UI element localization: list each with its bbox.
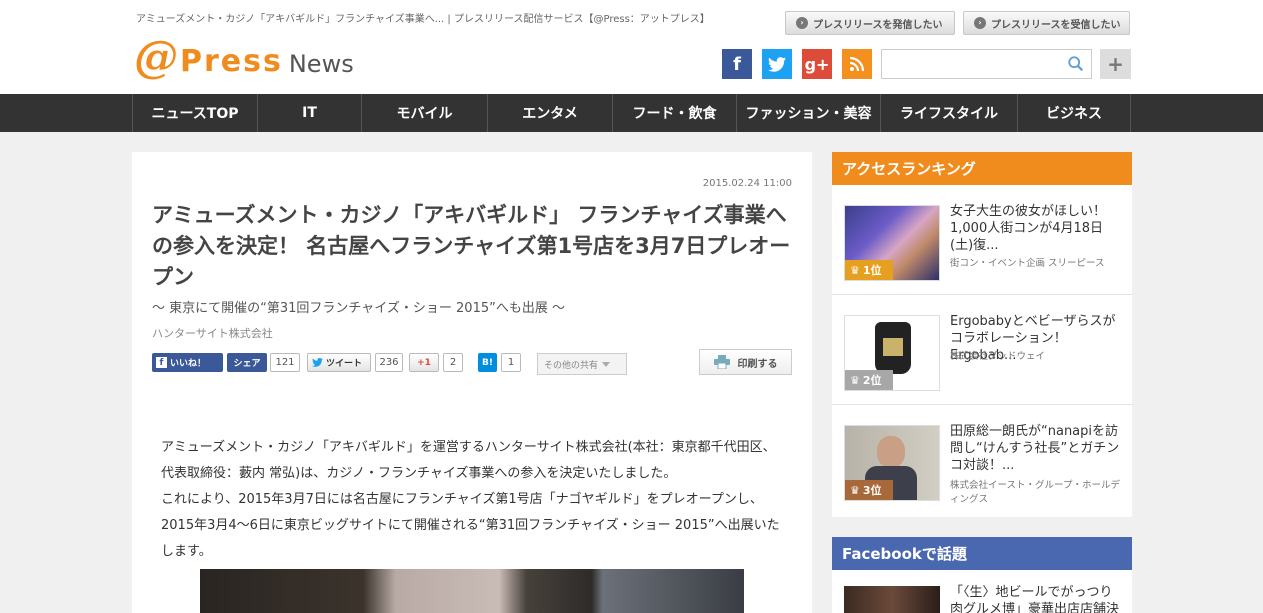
twitter-icon	[312, 358, 323, 367]
ranking-source: 街コン・イベント企画 スリーピース	[950, 258, 1105, 269]
facebook-like-button[interactable]: f いいね！	[152, 353, 223, 372]
article-company[interactable]: ハンターサイト株式会社	[152, 325, 273, 341]
article-body: アミューズメント・カジノ「アキバギルド」を運営するハンターサイト株式会社(本社：…	[161, 435, 786, 565]
add-button[interactable]: +	[1100, 49, 1131, 79]
send-press-release-button[interactable]: › プレスリリースを発信したい	[785, 11, 955, 35]
ranking-title[interactable]: 女子大生の彼女がほしい！1,000人街コンが4月18日(土)復...	[950, 203, 1122, 254]
arrow-icon: ›	[796, 17, 808, 29]
ranking-item-2[interactable]: ♛ 2位 Ergobabyとベビーザらスがコラボレーション！ Ergobab..…	[832, 295, 1132, 405]
nav-item-fashion[interactable]: ファッション・美容	[736, 94, 880, 132]
site-header: アミューズメント・カジノ「アキバギルド」フランチャイズ事業へ... | プレスリ…	[0, 0, 1263, 94]
send-press-release-label: プレスリリースを発信したい	[813, 19, 943, 31]
ranking-item-1[interactable]: ♛ 1位 女子大生の彼女がほしい！1,000人街コンが4月18日(土)復... …	[832, 185, 1132, 295]
chevron-down-icon	[602, 361, 611, 367]
rank-badge: ♛ 1位	[845, 260, 893, 280]
press-news-logo[interactable]: @ Press News	[134, 34, 354, 80]
receive-press-release-label: プレスリリースを受信したい	[991, 19, 1121, 31]
nav-item-it[interactable]: IT	[257, 94, 361, 132]
article-paragraph: これにより、2015年3月7日には名古屋にフランチャイズ第1号店「ナゴヤギルド」…	[161, 492, 780, 559]
print-button[interactable]: 印刷する	[699, 349, 792, 375]
article: 2015.02.24 11:00 アミューズメント・カジノ「アキバギルド」 フラ…	[132, 152, 812, 613]
article-paragraph: アミューズメント・カジノ「アキバギルド」を運営するハンターサイト株式会社(本社：…	[161, 440, 776, 481]
hatena-count: 1	[501, 353, 521, 372]
nav-item-food[interactable]: フード・飲食	[612, 94, 736, 132]
facebook-topic-title[interactable]: 「〈生〉地ビールでがっつり 肉グルメ博」豪華出店店舗決	[950, 584, 1122, 613]
hatena-bookmark-button[interactable]: B!	[478, 353, 497, 372]
nav-item-entertainment[interactable]: エンタメ	[487, 94, 612, 132]
facebook-share-button[interactable]: シェア	[227, 353, 267, 372]
tweet-button[interactable]: ツイート	[307, 353, 371, 372]
nav-item-news-top[interactable]: ニュースTOP	[132, 94, 257, 132]
article-title: アミューズメント・カジノ「アキバギルド」 フランチャイズ事業への参入を決定！ 名…	[152, 203, 791, 289]
ranking-title[interactable]: 田原総一朗氏が“nanapiを訪問し“けんすう社長”とガチンコ対談！...	[950, 423, 1122, 474]
facebook-topics-list: 「〈生〉地ビールでがっつり 肉グルメ博」豪華出店店舗決	[832, 570, 1132, 613]
access-ranking-heading: アクセスランキング	[832, 152, 1132, 185]
nav-item-lifestyle[interactable]: ライフスタイル	[880, 94, 1017, 132]
printer-icon	[713, 355, 730, 369]
arrow-icon: ›	[974, 17, 986, 29]
twitter-icon[interactable]	[762, 49, 792, 79]
facebook-share-count: 121	[270, 353, 300, 372]
logo-at-mark: @	[134, 32, 178, 83]
ranking-thumbnail[interactable]: ♛ 1位	[844, 205, 940, 281]
googleplus-icon[interactable]: g+	[802, 49, 832, 79]
access-ranking-list: ♛ 1位 女子大生の彼女がほしい！1,000人街コンが4月18日(土)復... …	[832, 185, 1132, 517]
other-share-dropdown[interactable]: その他の共有	[537, 353, 627, 375]
ranking-source: 株式会社ダッドウェイ	[950, 351, 1046, 362]
crown-icon: ♛	[850, 373, 860, 387]
crown-icon: ♛	[850, 483, 860, 497]
ranking-thumbnail[interactable]: ♛ 2位	[844, 315, 940, 391]
tweet-count: 236	[375, 353, 403, 372]
rank-badge: ♛ 3位	[845, 480, 893, 500]
ranking-item-3[interactable]: ♛ 3位 田原総一朗氏が“nanapiを訪問し“けんすう社長”とガチンコ対談！.…	[832, 405, 1132, 515]
page-title-text: アミューズメント・カジノ「アキバギルド」フランチャイズ事業へ... | プレスリ…	[136, 14, 710, 25]
receive-press-release-button[interactable]: › プレスリリースを受信したい	[963, 11, 1130, 35]
googleplus-count: 2	[443, 353, 463, 372]
crown-icon: ♛	[850, 263, 860, 277]
ranking-source: 株式会社イースト・グループ・ホールディングス	[950, 480, 1120, 505]
facebook-icon: f	[156, 357, 167, 368]
logo-press: Press	[180, 44, 283, 79]
search-input[interactable]	[882, 50, 1062, 78]
rank-badge: ♛ 2位	[845, 370, 893, 390]
nav-item-business[interactable]: ビジネス	[1017, 94, 1131, 132]
search-box	[881, 49, 1092, 79]
nav-item-mobile[interactable]: モバイル	[361, 94, 487, 132]
article-date: 2015.02.24 11:00	[702, 178, 792, 189]
facebook-topics-heading: Facebookで話題	[832, 537, 1132, 570]
search-icon[interactable]	[1067, 55, 1085, 73]
article-photo	[200, 569, 744, 613]
facebook-topic-thumbnail[interactable]	[844, 586, 940, 613]
ranking-thumbnail[interactable]: ♛ 3位	[844, 425, 940, 501]
logo-news: News	[288, 50, 354, 78]
googleplus-one-button[interactable]: +1	[409, 353, 439, 372]
facebook-icon[interactable]: f	[722, 49, 752, 79]
article-subtitle: ～ 東京にて開催の“第31回フランチャイズ・ショー 2015”へも出展 ～	[152, 301, 565, 316]
main-navigation: ニュースTOP IT モバイル エンタメ フード・飲食 ファッション・美容 ライ…	[0, 94, 1263, 132]
rss-icon[interactable]	[842, 49, 872, 79]
